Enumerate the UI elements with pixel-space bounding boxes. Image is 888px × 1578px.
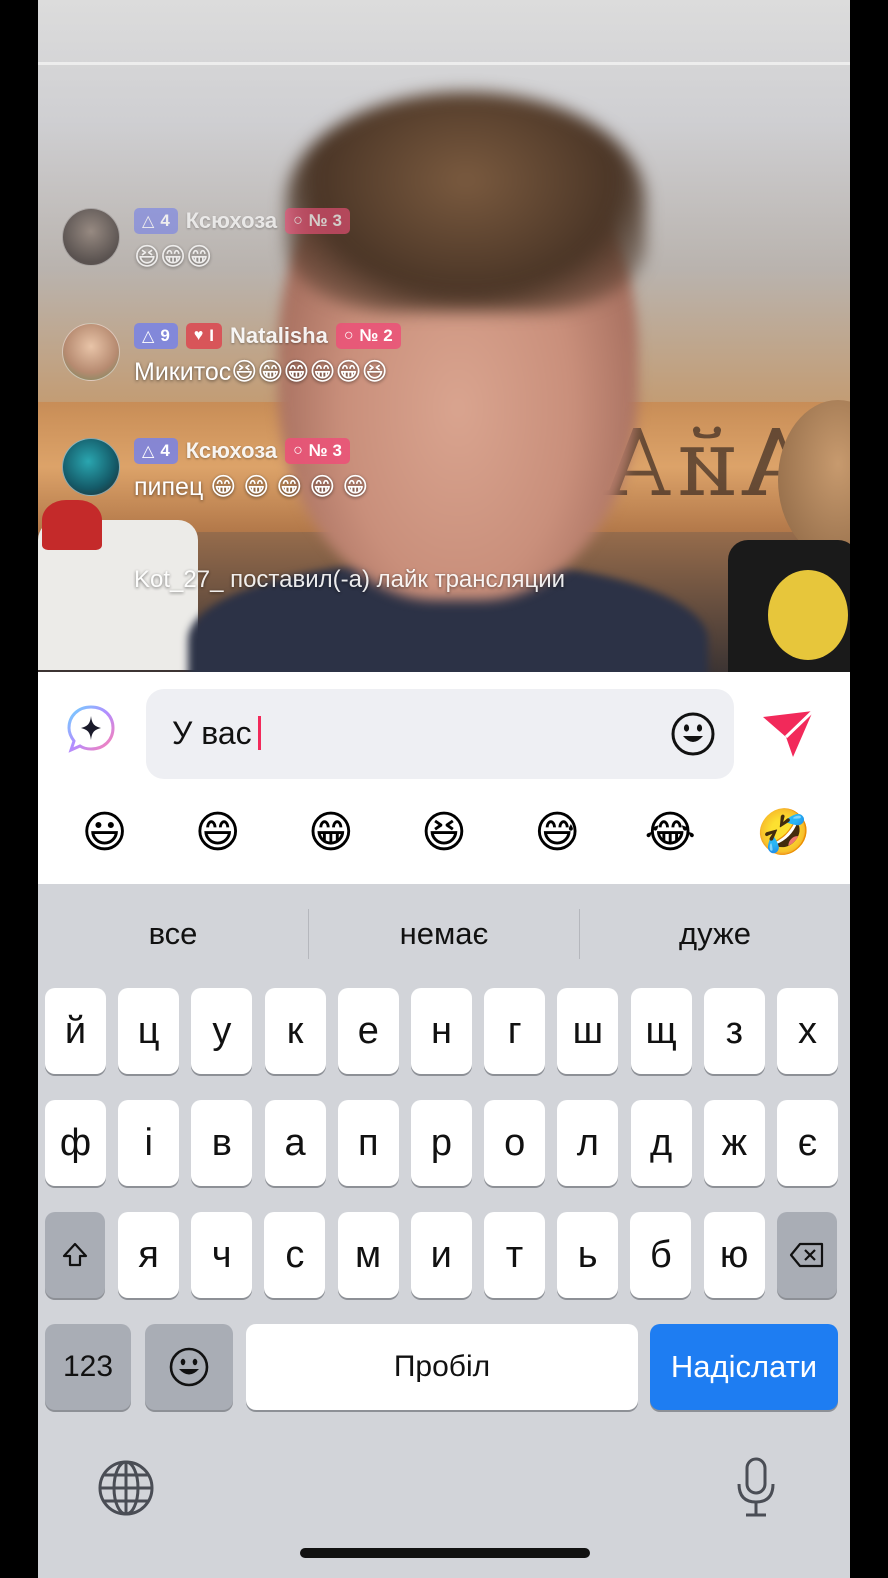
- chat-message[interactable]: △ 9 ♥ I Natalisha ○ № 2 Микитос😆😁😁😁😁😆: [62, 315, 762, 430]
- emoji-rofl[interactable]: 🤣: [753, 811, 813, 855]
- emoji-laughing[interactable]: 😆: [414, 811, 474, 855]
- chat-nickname[interactable]: Natalisha: [230, 323, 328, 349]
- key-л[interactable]: л: [557, 1100, 619, 1186]
- key-б[interactable]: б: [630, 1212, 692, 1298]
- avatar[interactable]: [62, 438, 120, 496]
- key-х[interactable]: х: [777, 988, 838, 1074]
- smiley-icon[interactable]: [668, 709, 718, 759]
- level-badge: △ 4: [134, 208, 178, 234]
- key-о[interactable]: о: [484, 1100, 546, 1186]
- system-like-notice: Kot_27_ поставил(-а) лайк трансляции: [134, 566, 566, 593]
- chat-text: пипец 😁 😁 😁 😁 😁: [134, 473, 369, 501]
- rank-badge: ○ № 3: [285, 438, 350, 464]
- keyboard-bottom-bar: [38, 1444, 850, 1544]
- ceiling-line: [38, 62, 850, 65]
- live-video[interactable]: ҮАйА △ 4 Ксюхоза ○ № 3 😆😁😁 △ 9 ♥ I Natal…: [38, 0, 850, 672]
- chat-nickname[interactable]: Ксюхоза: [186, 208, 277, 234]
- comment-input-value: У вас: [172, 715, 252, 751]
- key-ь[interactable]: ь: [557, 1212, 619, 1298]
- level-icon: △: [142, 443, 155, 460]
- emoji-sweat-smile[interactable]: 😅: [527, 811, 587, 855]
- level-icon: △: [142, 213, 155, 230]
- key-я[interactable]: я: [118, 1212, 179, 1298]
- key-ч[interactable]: ч: [191, 1212, 253, 1298]
- space-key[interactable]: Пробіл: [246, 1324, 638, 1410]
- send-arrow-icon[interactable]: [756, 702, 820, 766]
- ring-icon: ○: [293, 212, 303, 229]
- key-г[interactable]: г: [484, 988, 546, 1074]
- ring-icon: ○: [343, 327, 354, 344]
- key-н[interactable]: н: [411, 988, 472, 1074]
- rank-badge: ○ № 3: [285, 208, 350, 234]
- key-р[interactable]: р: [411, 1100, 472, 1186]
- shift-icon: [62, 1242, 88, 1267]
- level-badge: △ 4: [134, 438, 178, 464]
- predictive-bar: все немає дуже: [38, 884, 850, 984]
- suggestion-1[interactable]: все: [38, 916, 308, 952]
- heart-icon: ♥: [193, 327, 204, 344]
- comment-input-bar: У вас: [38, 672, 850, 782]
- key-а[interactable]: а: [264, 1100, 326, 1186]
- send-key[interactable]: Надіслати: [650, 1324, 838, 1410]
- key-в[interactable]: в: [191, 1100, 253, 1186]
- key-п[interactable]: п: [337, 1100, 399, 1186]
- live-chat: △ 4 Ксюхоза ○ № 3 😆😁😁 △ 9 ♥ I Natalisha …: [62, 200, 762, 545]
- phone-screen: ҮАйА △ 4 Ксюхоза ○ № 3 😆😁😁 △ 9 ♥ I Natal…: [38, 0, 850, 1578]
- chat-nickname[interactable]: Ксюхоза: [186, 438, 277, 464]
- emoji-keyboard-key[interactable]: [145, 1324, 233, 1410]
- quick-emoji-bar: 😃 😄 😁 😆 😅 😂 🤣: [38, 782, 850, 884]
- sparkle-bubble-icon[interactable]: [62, 700, 120, 758]
- suggestion-2[interactable]: немає: [309, 916, 579, 952]
- key-ю[interactable]: ю: [703, 1212, 765, 1298]
- ring-icon: ○: [293, 442, 303, 459]
- key-м[interactable]: м: [337, 1212, 399, 1298]
- key-с[interactable]: с: [264, 1212, 326, 1298]
- shift-key[interactable]: [45, 1212, 105, 1298]
- key-ц[interactable]: ц: [118, 988, 180, 1074]
- chat-text: 😆😁😁: [134, 243, 213, 271]
- key-т[interactable]: т: [484, 1212, 545, 1298]
- avatar[interactable]: [62, 323, 120, 381]
- key-ш[interactable]: ш: [557, 988, 619, 1074]
- backspace-key[interactable]: [777, 1212, 837, 1298]
- smiley-icon: [169, 1347, 209, 1387]
- key-д[interactable]: д: [630, 1100, 692, 1186]
- key-з[interactable]: з: [703, 988, 765, 1074]
- level-icon: △: [142, 328, 155, 345]
- onscreen-keyboard: все немає дуже йцукенгшщзх фівапролджє ячс…: [38, 884, 850, 1578]
- chat-message[interactable]: △ 4 Ксюхоза ○ № 3 😆😁😁: [62, 200, 762, 315]
- chat-text: Микитос😆😁😁😁😁😆: [134, 358, 388, 386]
- key-ф[interactable]: ф: [45, 1100, 106, 1186]
- emoji-tears-of-joy[interactable]: 😂: [640, 811, 700, 855]
- backspace-icon: [789, 1242, 824, 1268]
- key-є[interactable]: є: [777, 1100, 838, 1186]
- emoji-smiley[interactable]: 😃: [75, 811, 135, 855]
- key-й[interactable]: й: [45, 988, 106, 1074]
- key-ж[interactable]: ж: [703, 1100, 765, 1186]
- key-у[interactable]: у: [191, 988, 253, 1074]
- key-к[interactable]: к: [264, 988, 326, 1074]
- numbers-key[interactable]: 123: [45, 1324, 131, 1410]
- key-и[interactable]: и: [410, 1212, 472, 1298]
- home-indicator[interactable]: [300, 1548, 590, 1558]
- key-і[interactable]: і: [118, 1100, 180, 1186]
- chat-message[interactable]: △ 4 Ксюхоза ○ № 3 пипец 😁 😁 😁 😁 😁: [62, 430, 762, 545]
- shirt-print: [768, 570, 848, 660]
- key-е[interactable]: е: [337, 988, 399, 1074]
- comment-input[interactable]: У вас: [146, 689, 734, 779]
- microphone-icon[interactable]: [734, 1456, 778, 1525]
- text-caret: [257, 716, 261, 750]
- emoji-beaming[interactable]: 😁: [301, 811, 361, 855]
- avatar[interactable]: [62, 208, 120, 266]
- fan-badge: ♥ I: [185, 323, 223, 349]
- emoji-grin[interactable]: 😄: [188, 811, 248, 855]
- globe-icon[interactable]: [96, 1458, 156, 1523]
- key-щ[interactable]: щ: [630, 988, 692, 1074]
- level-badge: △ 9: [134, 323, 178, 349]
- rank-badge: ○ № 2: [335, 323, 401, 349]
- suggestion-3[interactable]: дуже: [580, 916, 850, 952]
